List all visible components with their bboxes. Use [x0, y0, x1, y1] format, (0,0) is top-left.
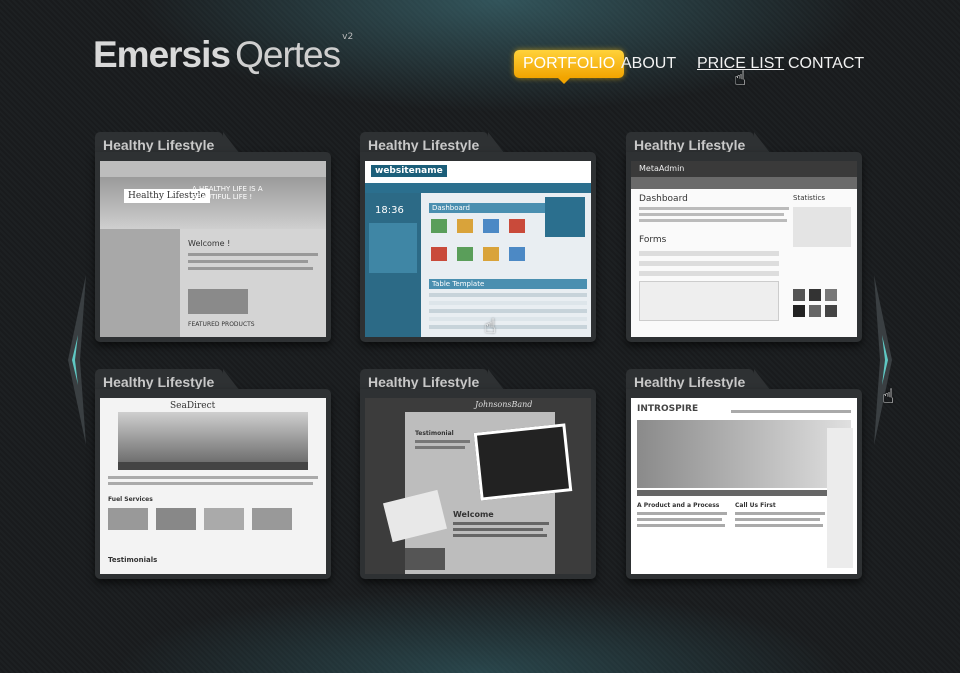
portfolio-thumbnail[interactable]: Healthy Lifestyle A HEALTHY LIFE IS A BE…: [100, 161, 326, 337]
next-arrow-icon[interactable]: [872, 275, 894, 445]
shot-logo: websitename: [371, 165, 447, 177]
shot-heading: Fuel Services: [108, 496, 153, 503]
portfolio-thumbnail[interactable]: JohnsonsBand Testimonial Welcome: [365, 398, 591, 574]
shot-sub: FEATURED PRODUCTS: [188, 321, 255, 328]
shot-logo: SeaDirect: [170, 401, 216, 411]
shot-logo: MetaAdmin: [639, 164, 685, 173]
shot-logo: JohnsonsBand: [475, 400, 533, 409]
card-frame: MetaAdmin Dashboard Forms Statistics: [626, 152, 862, 342]
hand-cursor-icon: ☝: [882, 384, 895, 408]
logo-word-2: Qertes: [235, 34, 341, 75]
portfolio-card[interactable]: Healthy Lifestyle Healthy Lifestyle A HE…: [95, 132, 331, 342]
shot-heading: Dashboard: [639, 194, 688, 204]
shot-sub: Welcome: [453, 510, 494, 519]
portfolio-thumbnail[interactable]: MetaAdmin Dashboard Forms Statistics: [631, 161, 857, 337]
portfolio-card[interactable]: Healthy Lifestyle INTROSPIRE A Product a…: [626, 369, 862, 579]
shot-sub: Table Template: [429, 279, 587, 289]
shot-sub: Call Us First: [735, 502, 776, 509]
shot-sub: Testimonials: [108, 556, 158, 564]
portfolio-card[interactable]: Healthy Lifestyle MetaAdmin Dashboard Fo…: [626, 132, 862, 342]
shot-title: A HEALTHY LIFE IS A BEAUTIFUL LIFE !: [192, 185, 263, 201]
card-frame: websitename 18:36 Dashboard Table Templa…: [360, 152, 596, 342]
hand-cursor-icon: ☝: [734, 66, 747, 90]
prev-arrow-icon[interactable]: [66, 275, 88, 445]
shot-logo: INTROSPIRE: [637, 404, 699, 414]
site-logo[interactable]: Emersis Qertes v2: [93, 31, 354, 76]
portfolio-card[interactable]: Healthy Lifestyle websitename 18:36 Dash…: [360, 132, 596, 342]
card-frame: INTROSPIRE A Product and a Process Call …: [626, 389, 862, 579]
shot-heading: A Product and a Process: [637, 502, 720, 509]
card-frame: Healthy Lifestyle A HEALTHY LIFE IS A BE…: [95, 152, 331, 342]
portfolio-card[interactable]: Healthy Lifestyle SeaDirect Fuel Service…: [95, 369, 331, 579]
logo-version: v2: [342, 31, 354, 42]
portfolio-thumbnail[interactable]: INTROSPIRE A Product and a Process Call …: [631, 398, 857, 574]
shot-heading: Dashboard: [429, 203, 549, 213]
card-frame: JohnsonsBand Testimonial Welcome: [360, 389, 596, 579]
shot-heading: Testimonial: [415, 430, 454, 437]
logo-word-1: Emersis: [93, 34, 231, 75]
shot-clock: 18:36: [375, 205, 404, 216]
portfolio-card[interactable]: Healthy Lifestyle JohnsonsBand Testimoni…: [360, 369, 596, 579]
shot-heading: Welcome !: [188, 239, 231, 248]
card-frame: SeaDirect Fuel Services Testimonials: [95, 389, 331, 579]
shot-sub: Forms: [639, 235, 667, 245]
nav-contact[interactable]: CONTACT: [788, 50, 864, 78]
hand-cursor-icon: ☝: [484, 314, 497, 338]
nav-portfolio[interactable]: PORTFOLIO: [514, 50, 625, 84]
portfolio-thumbnail[interactable]: SeaDirect Fuel Services Testimonials: [100, 398, 326, 574]
shot-side: Statistics: [793, 194, 825, 202]
portfolio-thumbnail[interactable]: websitename 18:36 Dashboard Table Templa…: [365, 161, 591, 337]
nav-about[interactable]: ABOUT: [621, 50, 676, 78]
